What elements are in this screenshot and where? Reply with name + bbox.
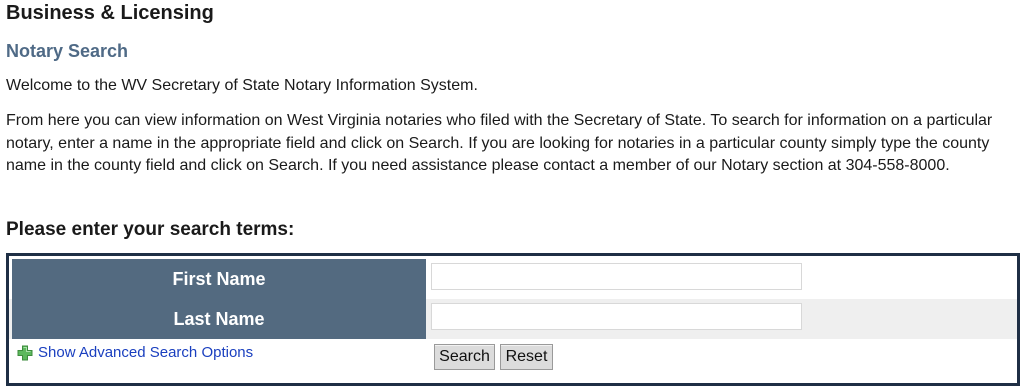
search-form: First Name Last Name Show Advanced Searc… [6,253,1020,386]
actions-row: Show Advanced Search Options Search Rese… [9,339,1017,383]
welcome-text: Welcome to the WV Secretary of State Not… [6,77,478,94]
last-name-input[interactable] [431,303,802,330]
first-name-label-cell: First Name [12,259,426,299]
last-name-label-cell: Last Name [12,299,426,339]
first-name-row: First Name [9,259,1017,299]
search-heading: Please enter your search terms: [6,219,295,240]
search-button[interactable]: Search [434,344,495,370]
last-name-label: Last Name [173,308,265,329]
advanced-search-toggle[interactable]: Show Advanced Search Options [17,345,253,361]
section-title: Business & Licensing [6,2,214,24]
first-name-label: First Name [172,268,266,289]
description-text: From here you can view information on We… [6,112,993,174]
page-title: Notary Search [6,41,129,61]
advanced-search-link[interactable]: Show Advanced Search Options [38,345,253,361]
last-name-row: Last Name [9,299,1017,339]
plus-icon [17,345,33,361]
reset-button[interactable]: Reset [500,344,553,370]
first-name-input[interactable] [431,263,802,290]
